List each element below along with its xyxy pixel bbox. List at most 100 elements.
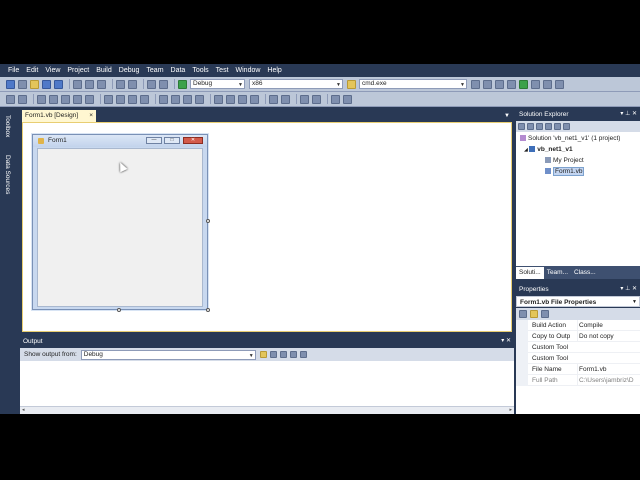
new-project-icon[interactable] [6,79,15,89]
copy-icon[interactable] [85,79,94,89]
solution-explorer-icon[interactable] [471,79,480,89]
find-combo[interactable]: cmd.exe ▼ [359,79,467,89]
property-value[interactable]: Form1.vb [577,364,639,375]
object-browser-icon[interactable] [495,79,504,89]
properties-icon[interactable] [518,123,525,130]
save-all-icon[interactable] [54,79,63,89]
align-tops-icon[interactable] [61,94,70,104]
close-window-icon[interactable]: ✕ [183,137,203,144]
align-rights-icon[interactable] [49,94,58,104]
toolbox-icon[interactable] [507,79,516,89]
form1-window[interactable]: Form1 — □ ✕ [32,134,208,310]
tree-item-solution[interactable]: Solution 'vb_net1_v1' (1 project) [520,135,620,142]
align-middles-icon[interactable] [73,94,82,104]
view-designer-icon[interactable] [554,123,561,130]
size-to-grid-icon[interactable] [116,94,125,104]
align-bottoms-icon[interactable] [85,94,94,104]
command-window-icon[interactable] [543,79,552,89]
resize-handle-bottom[interactable] [117,308,121,312]
minimize-icon[interactable]: — [146,137,162,144]
solution-configuration-combo[interactable]: Debug ▼ [190,79,245,89]
active-files-dropdown-icon[interactable]: ▼ [504,113,510,119]
align-centers-icon[interactable] [37,94,46,104]
save-icon[interactable] [42,79,51,89]
menu-team[interactable]: Team [146,67,163,74]
resize-handle-bottom-right[interactable] [206,308,210,312]
tree-item-form1[interactable]: Form1.vb [545,167,585,176]
increase-horizontal-spacing-icon[interactable] [171,94,180,104]
vertical-spacing-equal-icon[interactable] [214,94,223,104]
property-value[interactable]: Compile [577,320,639,331]
resize-handle-right[interactable] [206,219,210,223]
solution-platform-combo[interactable]: x86 ▼ [249,79,343,89]
make-same-height-icon[interactable] [128,94,137,104]
show-all-files-icon[interactable] [527,123,534,130]
properties-window-icon[interactable] [483,79,492,89]
form1-title-bar[interactable]: Form1 — □ ✕ [33,135,207,147]
make-same-width-icon[interactable] [104,94,113,104]
output-source-combo[interactable]: Debug ▼ [80,349,256,360]
menu-project[interactable]: Project [67,67,89,74]
categorized-icon[interactable] [519,310,527,318]
tab-team-explorer[interactable]: Team... [544,267,571,279]
find-in-files-icon[interactable] [347,79,356,89]
bring-to-front-icon[interactable] [300,94,309,104]
property-row[interactable]: Custom Tool [516,342,640,353]
output-text-area[interactable] [20,361,514,406]
increase-vertical-spacing-icon[interactable] [226,94,235,104]
redo-icon[interactable] [128,79,137,89]
horizontal-spacing-equal-icon[interactable] [159,94,168,104]
undo-icon[interactable] [116,79,125,89]
property-value[interactable]: Do not copy [577,331,639,342]
remove-horizontal-spacing-icon[interactable] [195,94,204,104]
menu-view[interactable]: View [45,67,60,74]
property-row[interactable]: File Name Form1.vb [516,364,640,375]
solution-explorer-controls-icon[interactable]: ▾ ⊥ ✕ [620,109,637,120]
find-message-icon[interactable] [259,351,267,358]
send-to-back-icon[interactable] [312,94,321,104]
view-code-icon[interactable] [545,123,552,130]
next-message-icon[interactable] [279,351,287,358]
refresh-icon[interactable] [536,123,543,130]
extension-manager-icon[interactable] [531,79,540,89]
close-icon[interactable]: × [89,110,93,122]
previous-message-icon[interactable] [269,351,277,358]
property-row[interactable]: Custom Tool [516,353,640,364]
output-horizontal-scrollbar[interactable]: ◂ ▸ [20,406,514,414]
menu-file[interactable]: File [8,67,19,74]
property-row[interactable]: Copy to Outp Do not copy [516,331,640,342]
menu-help[interactable]: Help [267,67,281,74]
toolbar-options-icon[interactable] [555,79,564,89]
tab-form1-design[interactable]: Form1.vb [Design] × [22,110,96,122]
start-page-icon[interactable] [519,79,528,89]
add-item-icon[interactable] [18,79,27,89]
menu-build[interactable]: Build [96,67,112,74]
maximize-icon[interactable]: □ [164,137,180,144]
open-file-icon[interactable] [30,79,39,89]
remove-vertical-spacing-icon[interactable] [250,94,259,104]
center-vertically-icon[interactable] [281,94,290,104]
toolbox-tab[interactable]: Toolbox [4,115,11,137]
menu-debug[interactable]: Debug [119,67,140,74]
properties-controls-icon[interactable]: ▾ ⊥ ✕ [620,284,637,295]
property-row[interactable]: Full Path C:\Users\jambriz\D [516,375,640,386]
menu-edit[interactable]: Edit [26,67,38,74]
alphabetical-icon[interactable] [530,310,538,318]
form-designer-surface[interactable]: Form1 — □ ✕ [22,122,512,332]
scroll-left-icon[interactable]: ◂ [22,407,25,413]
output-window-controls-icon[interactable]: ▾ ✕ [501,336,511,347]
navigate-forward-icon[interactable] [159,79,168,89]
navigate-backward-icon[interactable] [147,79,156,89]
decrease-vertical-spacing-icon[interactable] [238,94,247,104]
properties-object-selector[interactable]: Form1.vb File Properties ▼ [516,296,640,307]
align-lefts-icon[interactable] [18,94,27,104]
word-wrap-icon[interactable] [299,351,307,358]
paste-icon[interactable] [97,79,106,89]
view-class-diagram-icon[interactable] [563,123,570,130]
center-horizontally-icon[interactable] [269,94,278,104]
cut-icon[interactable] [73,79,82,89]
tab-order-icon[interactable] [331,94,340,104]
tree-item-my-project[interactable]: My Project [545,157,584,164]
menu-test[interactable]: Test [216,67,229,74]
menu-window[interactable]: Window [236,67,261,74]
